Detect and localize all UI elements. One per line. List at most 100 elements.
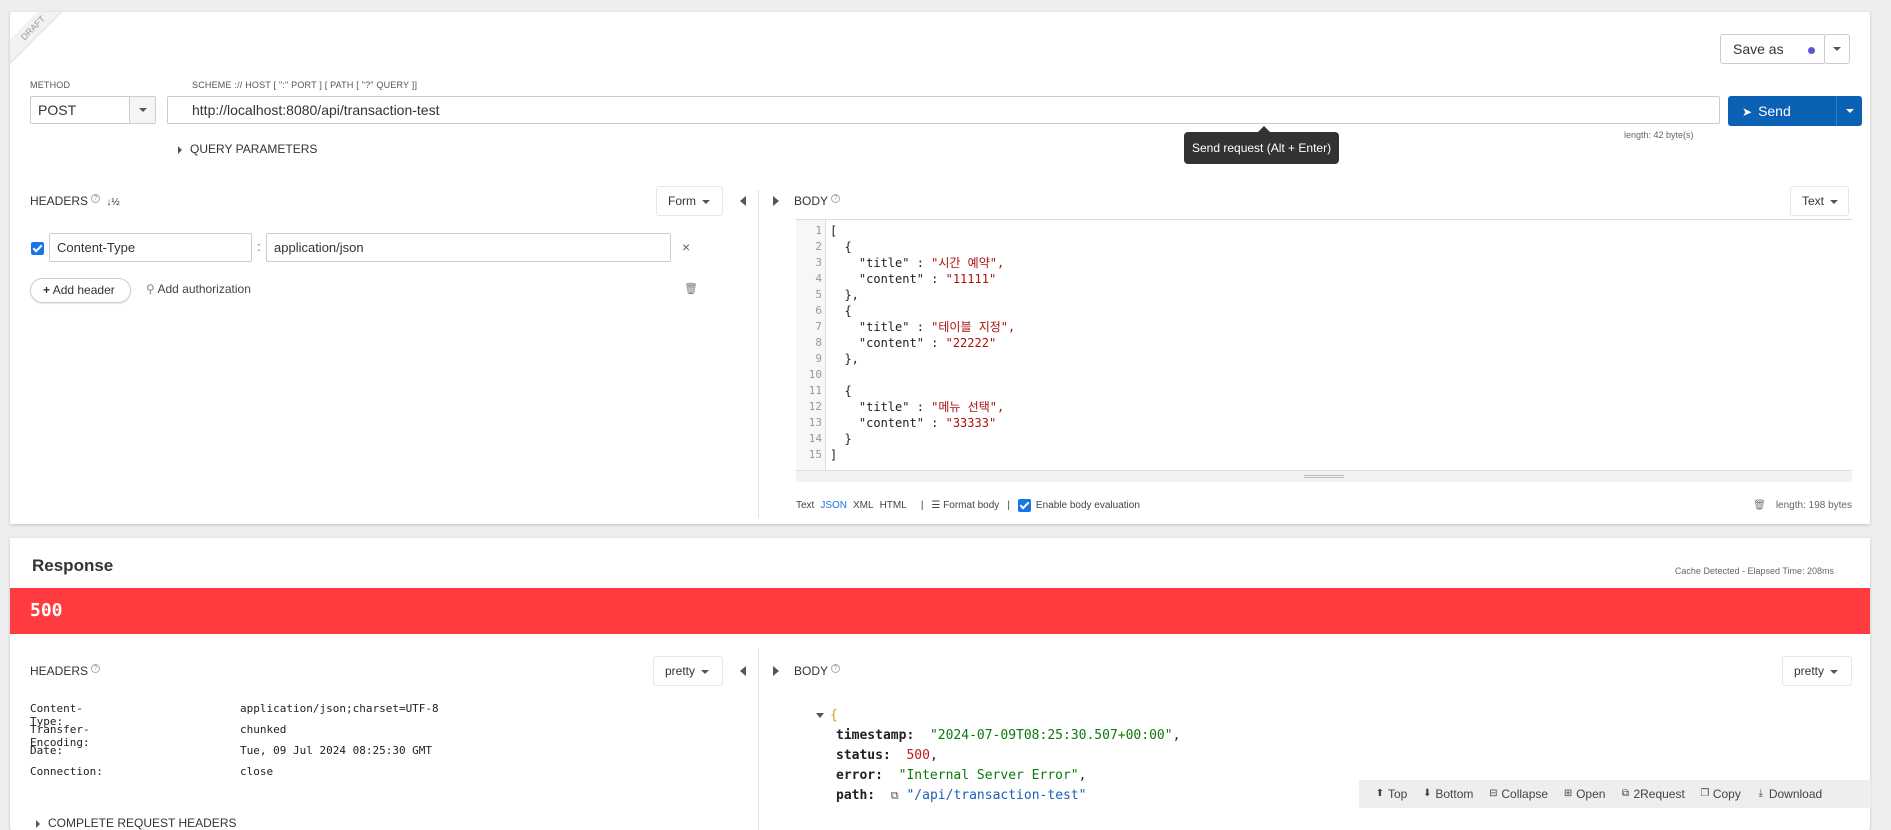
response-header-key: Date: [30,744,64,757]
copy-icon: ❐ [1700,788,1710,799]
header-name-input[interactable]: Content-Type [49,233,252,262]
method-dropdown-toggle[interactable] [129,97,155,123]
code-text: [ [830,224,838,238]
response-body-mode-dropdown[interactable]: pretty [1782,656,1852,686]
code-line: 12 "title" : "메뉴 선택", [796,399,1796,415]
collapse-button[interactable]: ⊟ Collapse [1488,787,1548,801]
panel-divider [758,190,759,518]
format-option-json[interactable]: JSON [820,500,847,511]
json-open-line[interactable]: { [816,706,838,726]
response-body-mode-value: pretty [1794,664,1825,678]
code-text: "title" : "테이블 지정", [830,320,1016,334]
code-line: 2 { [796,239,1796,255]
scroll-top-label: Top [1388,787,1408,801]
code-line: 4 "content" : "11111" [796,271,1796,287]
json-key-timestamp: timestamp: [836,728,915,743]
help-icon[interactable]: ? [831,664,841,673]
enable-body-eval-checkbox[interactable] [1017,498,1031,512]
save-as-dropdown-button[interactable] [1824,34,1850,64]
line-number: 6 [815,304,822,317]
json-value-status: 500 [906,748,930,763]
expand-right-icon[interactable] [773,666,779,676]
code-text: "title" : "메뉴 선택", [830,400,1005,414]
status-code: 500 [30,600,63,621]
format-option-html[interactable]: HTML [880,500,907,511]
json-value-timestamp: "2024-07-09T08:25:30.507+00:00" [929,728,1173,743]
code-line: 13 "content" : "33333" [796,415,1796,431]
line-number: 15 [808,448,822,461]
json-open-brace: { [830,708,838,723]
response-headers-title: HEADERS? [30,664,101,678]
code-line: 7 "title" : "테이블 지정", [796,319,1796,335]
send-button[interactable]: ➤ Send [1728,96,1836,126]
json-value-path[interactable]: "/api/transaction-test" [906,788,1086,803]
scroll-bottom-button[interactable]: ⬇ Bottom [1422,787,1473,801]
json-error-line: error: "Internal Server Error", [836,768,1087,783]
send-options-button[interactable] [1836,96,1862,126]
copy-button[interactable]: ❐ Copy [1700,787,1741,801]
collapse-left-icon[interactable] [740,666,746,676]
trash-icon[interactable]: 🗑 [684,282,698,295]
header-separator: : [257,239,261,254]
external-link-icon[interactable]: ⧉ [891,789,899,802]
complete-request-headers-toggle[interactable]: COMPLETE REQUEST HEADERS [36,816,236,830]
collapse-left-icon[interactable] [740,196,746,206]
format-body-button[interactable]: ☰ Format body [931,500,999,511]
collapse-triangle-icon[interactable] [816,713,824,718]
download-button[interactable]: ⤓ Download [1756,787,1823,801]
help-icon[interactable]: ? [91,664,101,673]
to-request-button[interactable]: ⧉ 2Request [1620,787,1685,801]
header-value-input[interactable]: application/json [266,233,671,262]
download-label: Download [1768,787,1823,801]
line-number: 14 [808,432,822,445]
collapse-label: Collapse [1501,787,1549,801]
minus-square-icon: ⊟ [1489,788,1498,799]
header-enabled-checkbox[interactable] [31,242,44,255]
line-number: 1 [815,224,822,237]
url-input[interactable]: http://localhost:8080/api/transaction-te… [167,96,1720,124]
response-header-value: application/json;charset=UTF-8 [240,702,439,715]
query-parameters-toggle[interactable]: QUERY PARAMETERS [178,142,317,156]
json-key-error: error: [836,768,883,783]
json-value-error: "Internal Server Error" [898,768,1079,783]
chevron-down-icon [1830,199,1839,204]
open-button[interactable]: ⊞ Open [1563,787,1606,801]
code-line: 11 { [796,383,1796,399]
code-line: 1[ [796,223,1796,239]
body-editor[interactable]: 1[2 {3 "title" : "시간 예약", 4 "content" : "… [796,219,1852,482]
format-body-label: Format body [943,499,1000,511]
expand-right-icon[interactable] [773,196,779,206]
response-header-value: close [240,765,274,778]
line-number: 10 [808,368,822,381]
code-line: 3 "title" : "시간 예약", [796,255,1796,271]
key-icon: ⚲ [146,282,155,296]
add-authorization-link[interactable]: ⚲ Add authorization [146,282,251,296]
sort-icon[interactable]: ↓½ [106,197,119,208]
elapsed-time: Cache Detected - Elapsed Time: 208ms [1674,566,1834,576]
trash-icon[interactable]: 🗑 [1753,500,1766,511]
arrow-up-circle-icon: ⬆ [1375,788,1385,799]
response-header-key: Connection: [30,765,103,778]
chevron-down-icon [702,199,710,204]
line-number: 3 [815,256,822,269]
format-option-xml[interactable]: XML [853,500,874,511]
code-text: "content" : "22222" [830,336,997,350]
body-mode-dropdown[interactable]: Text [1790,186,1849,216]
chevron-right-icon [178,145,182,154]
headers-mode-dropdown[interactable]: Form [656,186,723,216]
help-icon[interactable]: ? [831,194,841,203]
response-title: Response [32,556,114,575]
help-icon[interactable]: ? [91,194,101,203]
method-select[interactable]: POST [30,96,156,124]
arrow-down-circle-icon: ⬇ [1423,788,1432,799]
remove-header-icon[interactable]: × [682,239,690,255]
add-header-button[interactable]: + Add header [30,278,131,303]
response-headers-mode-dropdown[interactable]: pretty [653,656,723,686]
code-text: { [830,304,852,318]
code-text: }, [830,288,859,302]
editor-resize-handle[interactable] [796,470,1852,482]
save-as-button[interactable]: Save as [1720,34,1826,64]
line-number: 11 [808,384,822,397]
scroll-top-button[interactable]: ⬆ Top [1375,787,1408,801]
json-path-line: path: ⧉ "/api/transaction-test" [836,786,1087,806]
